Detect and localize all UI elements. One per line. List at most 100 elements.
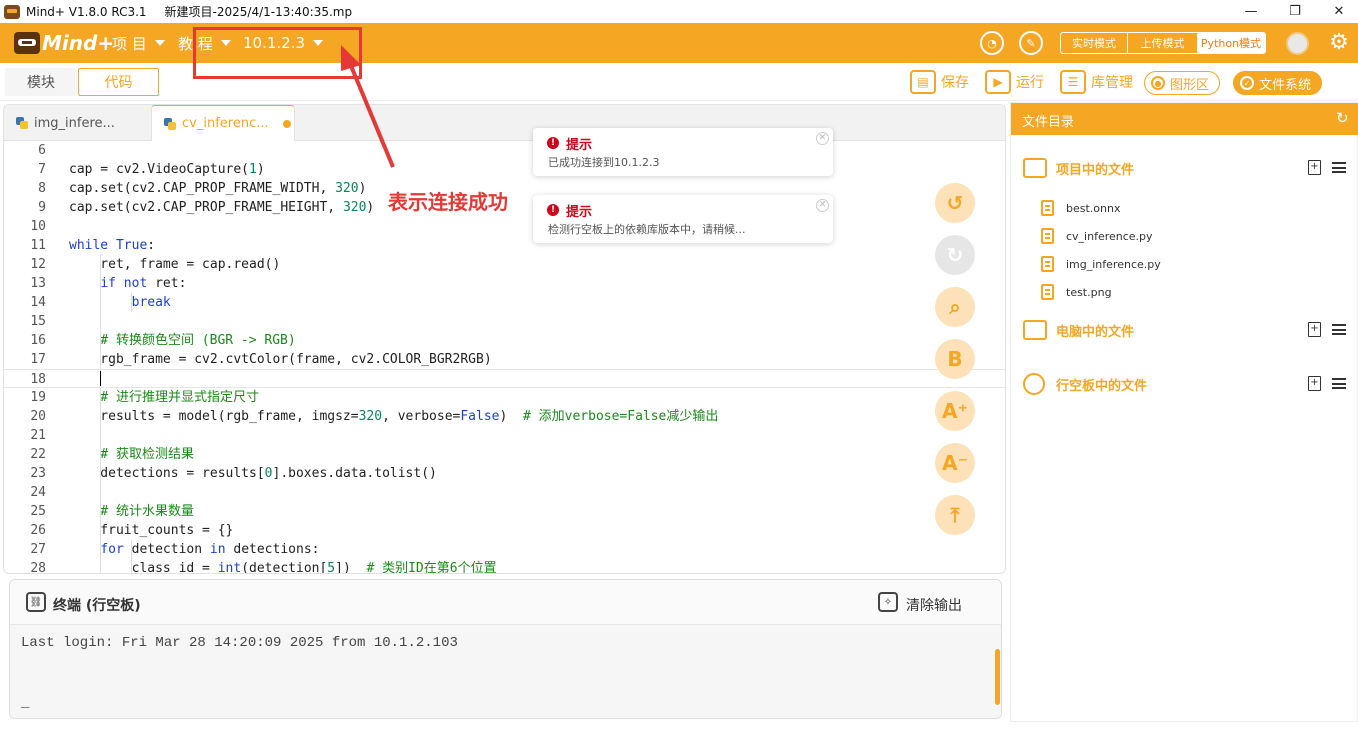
code-line[interactable]: 7 cap = cv2.VideoCapture(1) [4, 160, 1005, 179]
file-item[interactable]: img_inference.py [1041, 254, 1341, 274]
code-text: results = model(rgb_frame, imgsz=320, ve… [69, 409, 719, 424]
code-text: cap.set(cv2.CAP_PROP_FRAME_HEIGHT, 320) [69, 200, 375, 215]
terminal-scrollbar[interactable] [995, 649, 1000, 705]
notification-connected: ! 提示 已成功连接到10.1.2.3 ✕ [533, 128, 833, 176]
code-line[interactable]: 24 [4, 483, 1005, 502]
terminal-cursor: _ [21, 695, 30, 711]
code-line[interactable]: 16 # 转换颜色空间 (BGR -> RGB) [4, 331, 1005, 350]
code-line[interactable]: 18 [4, 369, 1005, 388]
line-number: 22 [30, 447, 46, 462]
code-line[interactable]: 19 # 进行推理并显式指定尺寸 [4, 388, 1005, 407]
file-item[interactable]: test.png [1041, 282, 1341, 302]
indent-guide [131, 293, 132, 312]
code-text: for detection in detections: [100, 542, 320, 557]
project-menu[interactable]: 项 目 [112, 23, 165, 63]
line-number: 6 [38, 143, 46, 158]
upload-mode-button[interactable]: 上传模式 [1127, 33, 1197, 53]
terminal-output[interactable]: Last login: Fri Mar 28 14:20:09 2025 fro… [10, 625, 1001, 718]
code-text: break [131, 295, 171, 310]
line-number: 19 [30, 390, 46, 405]
clear-output-button[interactable]: 清除输出 [906, 595, 962, 615]
gear-icon[interactable]: ⚙ [1327, 31, 1351, 55]
add-file-icon[interactable]: + [1308, 376, 1321, 391]
code-line[interactable]: 12 ret, frame = cap.read() [4, 255, 1005, 274]
save-button[interactable]: ▤ 保存 [910, 69, 969, 95]
feedback-icon[interactable]: ✎ [1019, 31, 1043, 55]
line-number: 18 [30, 372, 46, 387]
tab-cv-inference[interactable]: cv_inferenc... [151, 105, 295, 141]
code-line[interactable]: 13 if not ret: [4, 274, 1005, 293]
redo-icon[interactable]: ↻ [935, 235, 975, 275]
terminal-title: 终端 (行空板) [53, 598, 141, 614]
section-computer-files[interactable]: 电脑中的文件 + [1011, 315, 1358, 345]
code-line[interactable]: 10 [4, 217, 1005, 236]
code-line[interactable]: 27 for detection in detections: [4, 540, 1005, 559]
code-line[interactable]: 17 rgb_frame = cv2.cvtColor(frame, cv2.C… [4, 350, 1005, 369]
code-line[interactable]: 26 fruit_counts = {} [4, 521, 1005, 540]
board-icon [1023, 373, 1045, 395]
font-increase-icon[interactable]: A⁺ [935, 391, 975, 431]
search-icon[interactable]: ⌕ [935, 287, 975, 327]
code-line[interactable]: 25 # 统计水果数量 [4, 502, 1005, 521]
section-board-files[interactable]: 行空板中的文件 + [1011, 369, 1358, 399]
line-number: 28 [30, 561, 46, 574]
library-button[interactable]: ☰ 库管理 [1060, 69, 1133, 95]
code-line[interactable]: 11 while True: [4, 236, 1005, 255]
error-icon: ! [547, 137, 559, 149]
restore-button[interactable]: ❐ [1272, 0, 1318, 23]
file-item[interactable]: best.onnx [1041, 198, 1341, 218]
line-number: 11 [30, 238, 46, 253]
line-number: 24 [30, 485, 46, 500]
bold-format-icon[interactable]: B [935, 339, 975, 379]
tab-code[interactable]: 代码 [78, 68, 159, 96]
menu-icon[interactable] [1332, 378, 1346, 389]
filesystem-button[interactable]: ✓ 文件系统 [1233, 71, 1323, 95]
realtime-mode-button[interactable]: 实时模式 [1061, 33, 1127, 53]
annotation-text: 表示连接成功 [388, 190, 508, 214]
code-line[interactable]: 21 [4, 426, 1005, 445]
code-text: cap.set(cv2.CAP_PROP_FRAME_WIDTH, 320) [69, 181, 367, 196]
add-file-icon[interactable]: + [1308, 322, 1321, 337]
tab-blocks[interactable]: 模块 [5, 68, 77, 96]
menu-icon[interactable] [1332, 162, 1346, 173]
line-number: 21 [30, 428, 46, 443]
line-number: 23 [30, 466, 46, 481]
avatar[interactable] [1286, 32, 1309, 55]
run-button[interactable]: ▶ 运行 [985, 69, 1044, 95]
terminal-line: Last login: Fri Mar 28 14:20:09 2025 fro… [21, 635, 458, 651]
close-icon[interactable]: ✕ [816, 132, 829, 145]
scroll-top-icon[interactable]: ⤒ [935, 495, 975, 535]
monitor-icon [1023, 320, 1047, 340]
code-line[interactable]: 20 results = model(rgb_frame, imgsz=320,… [4, 407, 1005, 426]
close-button[interactable]: ✕ [1316, 0, 1358, 23]
line-number: 8 [38, 181, 46, 196]
code-line[interactable]: 15 [4, 312, 1005, 331]
library-icon: ☰ [1060, 70, 1086, 94]
code-line[interactable]: 6 [4, 141, 1005, 160]
file-item[interactable]: cv_inference.py [1041, 226, 1341, 246]
line-number: 16 [30, 333, 46, 348]
code-line[interactable]: 23 detections = results[0].boxes.data.to… [4, 464, 1005, 483]
font-decrease-icon[interactable]: A⁻ [935, 443, 975, 483]
refresh-icon[interactable]: ↻ [1336, 109, 1349, 127]
minimize-button[interactable]: — [1228, 0, 1274, 23]
mind-plus-logo: Mind+ [14, 29, 114, 57]
tab-img-inference[interactable]: img_infere... [4, 105, 150, 141]
line-number: 13 [30, 276, 46, 291]
add-file-icon[interactable]: + [1308, 160, 1321, 175]
code-line[interactable]: 28 class_id = int(detection[5]) # 类别ID在第… [4, 559, 1005, 574]
code-line[interactable]: 22 # 获取检测结果 [4, 445, 1005, 464]
graphics-button[interactable]: ● 图形区 [1144, 71, 1221, 95]
menu-icon[interactable] [1332, 324, 1346, 335]
python-file-icon [16, 117, 28, 129]
section-project-files[interactable]: 项目中的文件 + [1011, 153, 1358, 183]
undo-icon[interactable]: ↺ [935, 183, 975, 223]
code-editor: img_infere... cv_inferenc... 6 7 cap = cv2… [3, 104, 1006, 574]
close-icon[interactable]: ✕ [816, 199, 829, 212]
python-mode-button[interactable]: Python模式 [1197, 33, 1265, 53]
chevron-down-icon [154, 40, 165, 46]
line-number: 12 [30, 257, 46, 272]
code-line[interactable]: 14 break [4, 293, 1005, 312]
dashboard-icon[interactable]: ◔ [980, 31, 1004, 55]
code-text: while True: [69, 238, 156, 253]
